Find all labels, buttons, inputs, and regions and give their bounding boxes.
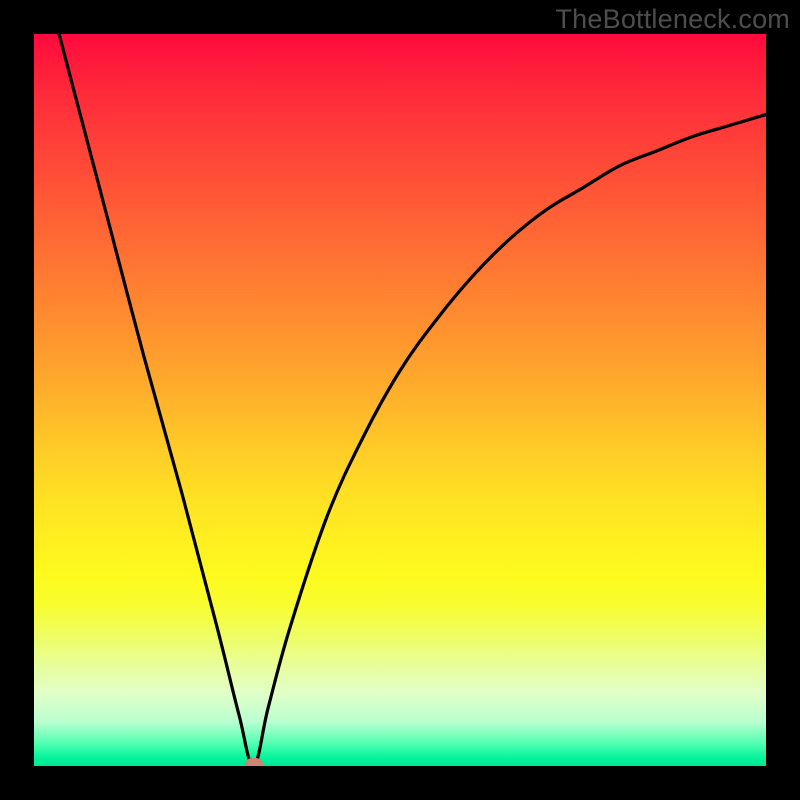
curve-svg xyxy=(34,34,766,766)
bottleneck-curve xyxy=(34,34,766,766)
chart-frame: TheBottleneck.com xyxy=(0,0,800,800)
bottleneck-marker-icon xyxy=(245,758,263,766)
watermark-text: TheBottleneck.com xyxy=(555,4,790,35)
plot-area xyxy=(34,34,766,766)
